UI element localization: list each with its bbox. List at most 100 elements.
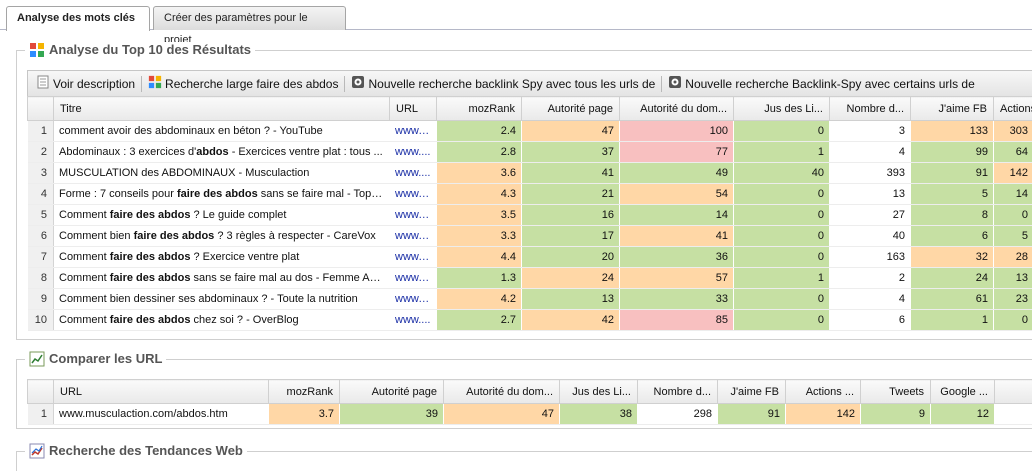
top10-title: Analyse du Top 10 des Résultats [49,42,252,57]
title-cell[interactable]: Comment faire des abdos ? Exercice ventr… [53,246,390,268]
url-link[interactable]: www.... [389,309,437,331]
table-row[interactable]: 8 Comment faire des abdos sans se faire m… [27,267,1032,289]
col-header-google[interactable]: Google ... [930,379,995,404]
table-row[interactable]: 7 Comment faire des abdos ? Exercice vent… [27,246,1032,268]
col-header-tweets[interactable]: Tweets [860,379,931,404]
autorite-page-cell: 24 [521,267,620,289]
url-link[interactable]: www.c... [389,225,437,247]
row-number-header [27,379,54,404]
url-cell[interactable]: www.musculaction.com/abdos.htm [53,403,269,425]
url-link[interactable]: www.f... [389,267,437,289]
toolbar-separator [344,75,346,92]
top10-header-row: Titre URL mozRank Autorité page Autorité… [27,96,1032,121]
trends-title: Recherche des Tendances Web [49,443,243,458]
mozrank-cell: 2.8 [436,141,522,163]
tab-bar: Analyse des mots clés Créer des paramètr… [0,0,1032,46]
tab-analyse-mots-cles[interactable]: Analyse des mots clés [6,6,150,31]
title-cell[interactable]: Comment faire des abdos sans se faire ma… [53,267,390,289]
title-cell[interactable]: Comment faire des abdos chez soi ? - Ove… [53,309,390,331]
voir-description-button[interactable]: Voir description [32,75,139,92]
col-header-url[interactable]: URL [53,379,269,404]
title-cell[interactable]: comment avoir des abdominaux en béton ? … [53,120,390,142]
toolbar-separator [141,75,143,92]
col-header-mozrank[interactable]: mozRank [436,96,522,121]
backlink-spy-all-button[interactable]: Nouvelle recherche backlink Spy avec tou… [347,75,659,92]
nombre-cell: 4 [829,288,911,310]
filler-header [994,379,1032,404]
title-suffix: chez soi ? - OverBlog [190,314,299,326]
jus-liens-cell: 0 [733,309,830,331]
recherche-large-button[interactable]: Recherche large faire des abdos [144,75,342,92]
top10-legend: Analyse du Top 10 des Résultats [25,42,256,58]
autorite-domaine-cell: 41 [619,225,734,247]
title-prefix: Comment bien dessiner ses abdominaux ? -… [59,293,358,305]
toolbar-separator [661,75,663,92]
url-link[interactable]: www.y... [389,120,437,142]
row-number: 1 [27,120,54,142]
actions-cell: 28 [993,246,1032,268]
col-header-jaime-fb[interactable]: J'aime FB [717,379,786,404]
keyword-highlight: faire des abdos [109,209,191,221]
tab-creer-parametres[interactable]: Créer des paramètres pour le projet [153,6,346,46]
compare-title: Comparer les URL [49,351,163,366]
title-cell[interactable]: Abdominaux : 3 exercices d'abdos - Exerc… [53,141,390,163]
table-row[interactable]: 6 Comment bien faire des abdos ? 3 règles… [27,225,1032,247]
actions-cell: 0 [993,309,1032,331]
title-cell[interactable]: Comment faire des abdos ? Le guide compl… [53,204,390,226]
col-header-mozrank[interactable]: mozRank [268,379,340,404]
jaime-fb-cell: 8 [910,204,994,226]
col-header-jus-liens[interactable]: Jus des Li... [559,379,638,404]
col-header-actions[interactable]: Actions ... [785,379,861,404]
mozrank-cell: 3.3 [436,225,522,247]
table-row[interactable]: 2 Abdominaux : 3 exercices d'abdos - Exer… [27,141,1032,163]
url-link[interactable]: www.c... [389,204,437,226]
col-header-actions[interactable]: Actions ... [993,96,1032,121]
col-header-jaime-fb[interactable]: J'aime FB [910,96,994,121]
col-header-autorite-page[interactable]: Autorité page [339,379,444,404]
actions-cell: 142 [993,162,1032,184]
url-link[interactable]: www.... [389,141,437,163]
autorite-domaine-cell: 100 [619,120,734,142]
trend-chart-icon [29,443,45,459]
url-link[interactable]: www.t... [389,246,437,268]
url-link[interactable]: www.t... [389,288,437,310]
jaime-fb-cell: 99 [910,141,994,163]
table-row[interactable]: 9 Comment bien dessiner ses abdominaux ? … [27,288,1032,310]
col-header-url[interactable]: URL [389,96,437,121]
table-row[interactable]: 1 comment avoir des abdominaux en béton ?… [27,120,1032,142]
row-number: 2 [27,141,54,163]
mozrank-cell: 3.7 [268,403,340,425]
col-header-nombre[interactable]: Nombre d... [829,96,911,121]
nombre-cell: 4 [829,141,911,163]
trends-section: Recherche des Tendances Web [16,443,1032,471]
table-row[interactable]: 5 Comment faire des abdos ? Le guide comp… [27,204,1032,226]
title-cell[interactable]: MUSCULATION des ABDOMINAUX - Musculactio… [53,162,390,184]
table-row[interactable]: 1 www.musculaction.com/abdos.htm 3.7 39 47 38… [27,403,1032,425]
compare-grid: URL mozRank Autorité page Autorité du do… [27,379,1032,425]
autorite-domaine-cell: 33 [619,288,734,310]
col-header-titre[interactable]: Titre [53,96,390,121]
mozrank-cell: 2.4 [436,120,522,142]
autorite-domaine-cell: 54 [619,183,734,205]
autorite-page-cell: 37 [521,141,620,163]
jus-liens-cell: 0 [733,225,830,247]
title-cell[interactable]: Comment bien dessiner ses abdominaux ? -… [53,288,390,310]
table-row[interactable]: 3 MUSCULATION des ABDOMINAUX - Musculacti… [27,162,1032,184]
col-header-autorite-page[interactable]: Autorité page [521,96,620,121]
actions-cell: 13 [993,267,1032,289]
col-header-autorite-domaine[interactable]: Autorité du dom... [443,379,560,404]
title-cell[interactable]: Forme : 7 conseils pour faire des abdos … [53,183,390,205]
backlink-spy-some-button[interactable]: Nouvelle recherche Backlink-Spy avec cer… [664,75,978,92]
nombre-cell: 2 [829,267,911,289]
nombre-cell: 298 [637,403,718,425]
url-link[interactable]: www.t... [389,183,437,205]
table-row[interactable]: 4 Forme : 7 conseils pour faire des abdos… [27,183,1032,205]
table-row[interactable]: 10 Comment faire des abdos chez soi ? - O… [27,309,1032,331]
row-number: 10 [27,309,54,331]
url-link[interactable]: www.... [389,162,437,184]
col-header-autorite-domaine[interactable]: Autorité du dom... [619,96,734,121]
top10-grid: Voir description Recherche large faire d… [27,70,1032,331]
col-header-jus-liens[interactable]: Jus des Li... [733,96,830,121]
col-header-nombre[interactable]: Nombre d... [637,379,718,404]
title-cell[interactable]: Comment bien faire des abdos ? 3 règles … [53,225,390,247]
